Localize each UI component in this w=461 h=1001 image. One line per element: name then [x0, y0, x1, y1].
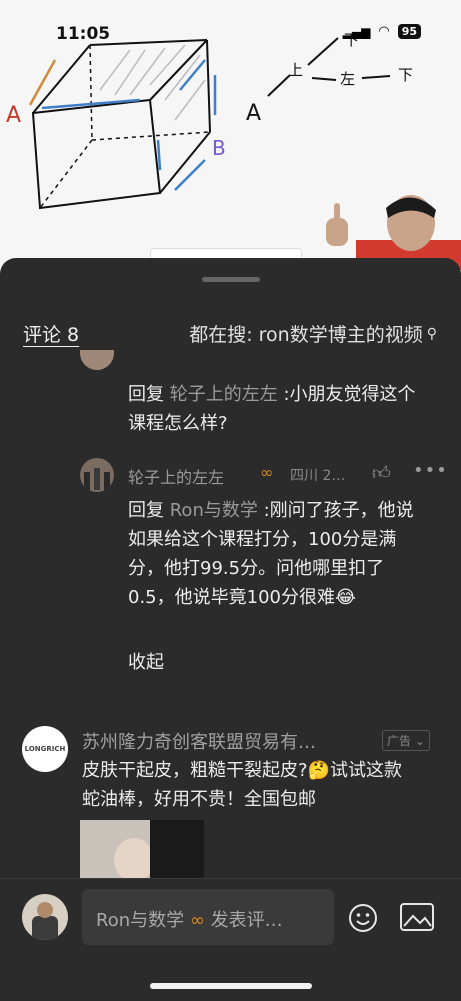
comment-author[interactable]: 轮子上的左左 — [128, 464, 224, 488]
svg-text:左: 左 — [340, 70, 355, 88]
collapse-button[interactable]: 收起 — [128, 648, 164, 674]
comment-reply[interactable]: 回复 Ron与数学 :刚问了孩子，他说如果给这个课程打分，100分是满分，他打9… — [128, 496, 423, 612]
comments-title[interactable]: 评论 8 — [23, 320, 79, 347]
comment-reply[interactable]: 回复 轮子上的左左 :小朋友觉得这个课程怎么样? — [128, 380, 428, 438]
emoji-icon[interactable] — [348, 903, 378, 933]
status-icons: ▂▄▆ ◠ 95 — [343, 24, 421, 39]
label-a-right: A — [246, 101, 261, 126]
svg-text:下: 下 — [398, 66, 413, 84]
label-b: B — [212, 136, 226, 160]
video-player[interactable]: A B A 上 下 左 下 11:05 ▂▄▆ ◠ 95 — [0, 0, 461, 270]
infinity-badge-icon: ∞ — [189, 910, 205, 931]
wifi-icon: ◠ — [378, 24, 390, 39]
advertiser-logo[interactable]: LONGRICH — [22, 726, 68, 772]
battery-indicator: 95 — [397, 24, 421, 39]
thinking-emoji: 🤔 — [307, 760, 330, 781]
signal-icon: ▂▄▆ — [342, 24, 371, 39]
infinity-badge-icon: ∞ — [260, 463, 274, 482]
chevron-down-icon: ⌄ — [414, 734, 425, 748]
comment-list[interactable]: 回复 轮子上的左左 :小朋友觉得这个课程怎么样? 轮子上的左左 ∞ 四川 2… … — [0, 350, 461, 880]
status-time: 11:05 — [56, 24, 111, 44]
comment-location: 四川 2… — [290, 468, 346, 484]
comment-input[interactable]: Ron与数学 ∞ 发表评… — [82, 889, 334, 945]
avatar[interactable] — [80, 350, 114, 370]
search-icon: ⚲ — [426, 325, 437, 342]
thumb-up-icon[interactable]: 👍︎ — [372, 462, 391, 484]
reply-to-user[interactable]: Ron与数学 — [170, 500, 258, 521]
svg-text:上: 上 — [288, 61, 303, 79]
ad-badge[interactable]: 广告 ⌄ — [382, 730, 430, 751]
home-indicator — [150, 983, 312, 989]
avatar[interactable] — [80, 458, 114, 492]
ad-image[interactable] — [80, 820, 204, 880]
drag-handle[interactable] — [202, 277, 260, 282]
reply-to-user[interactable]: 轮子上的左左 — [170, 384, 278, 405]
comment-header: 轮子上的左左 ∞ 四川 2… 👍︎ ••• — [80, 458, 447, 494]
laughing-emoji: 😂 — [334, 587, 357, 608]
advertiser-name[interactable]: 苏州隆力奇创客联盟贸易有… — [82, 728, 362, 754]
search-suggestion[interactable]: 都在搜: ron数学博主的视频 ⚲ — [189, 320, 437, 347]
comment-sheet: 评论 8 都在搜: ron数学博主的视频 ⚲ 回复 轮子上的左左 :小朋友觉得这… — [0, 258, 461, 1001]
comment-sheet-header: 评论 8 都在搜: ron数学博主的视频 ⚲ — [0, 310, 461, 350]
ad-text: 皮肤干起皮，粗糙干裂起皮?🤔试试这款蛇油棒，好用不贵！全国包邮 — [82, 760, 402, 810]
comment-input-bar: Ron与数学 ∞ 发表评… — [0, 878, 461, 1001]
more-icon[interactable]: ••• — [413, 460, 448, 481]
label-a-left: A — [6, 103, 21, 128]
user-avatar[interactable] — [22, 894, 68, 940]
image-icon[interactable] — [400, 903, 434, 931]
